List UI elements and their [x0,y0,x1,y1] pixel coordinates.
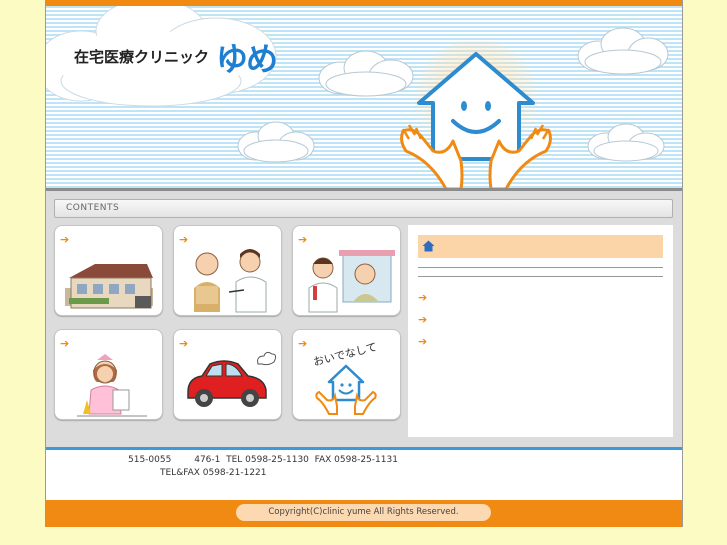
nav-tile-home-visit[interactable]: ➔ [292,225,401,316]
arrow-icon: ➔ [179,233,189,246]
clinic-brand-logo[interactable]: ゆめ [216,34,278,80]
doctor-patient-icon [194,249,267,313]
nurse-icon [77,354,147,417]
info-link-arrow-icon[interactable]: ➔ [418,335,427,348]
home-icon[interactable] [422,240,435,252]
contents-heading: CONTENTS [66,203,120,213]
divider [418,276,663,277]
nav-tile-oidenashite[interactable]: おいでなして ➔ [292,329,401,420]
page-container: 在宅医療クリニック ゆめ CONTENTS ➔ ➔ ➔ ➔ ➔ おいでなして ➔… [45,0,683,527]
info-link-arrow-icon[interactable]: ➔ [418,291,427,304]
cloud-small-2 [577,27,669,75]
nav-tile-car[interactable]: ➔ [173,329,282,420]
house-mascot-icon [400,41,552,188]
info-link-arrow-icon[interactable]: ➔ [418,313,427,326]
arrow-icon: ➔ [179,337,189,350]
arrow-icon: ➔ [298,337,308,350]
content-area: CONTENTS ➔ ➔ ➔ ➔ ➔ おいでなして ➔ ➔ ➔ ➔ [46,191,682,447]
site-header: 在宅医療クリニック ゆめ [46,6,682,188]
address-line-1: 515-0055 476-1 TEL 0598-25-1130 FAX 0598… [128,455,398,465]
clinic-name: 在宅医療クリニック [74,48,210,66]
footer-divider [46,447,682,450]
nav-tile-doctor[interactable]: ➔ [173,225,282,316]
clinic-building-icon [65,264,153,309]
copyright: Copyright(C)clinic yume All Rights Reser… [236,504,491,521]
info-panel: ➔ ➔ ➔ [408,225,673,437]
contents-heading-bar: CONTENTS [54,199,673,218]
oidenashite-logo-icon: おいでなして [312,340,379,415]
divider [418,267,663,268]
nav-tile-clinic[interactable]: ➔ [54,225,163,316]
arrow-icon: ➔ [60,337,70,350]
home-visit-icon [308,250,395,313]
arrow-icon: ➔ [298,233,308,246]
arrow-icon: ➔ [60,233,70,246]
cloud-small-3 [237,121,315,163]
address-line-2: TEL&FAX 0598-21-1221 [160,468,267,478]
info-panel-header [418,235,663,258]
cloud-small-4 [587,123,665,162]
oidenashite-text: おいでなして [312,340,379,368]
car-icon [187,351,277,407]
nav-tile-nurse[interactable]: ➔ [54,329,163,420]
